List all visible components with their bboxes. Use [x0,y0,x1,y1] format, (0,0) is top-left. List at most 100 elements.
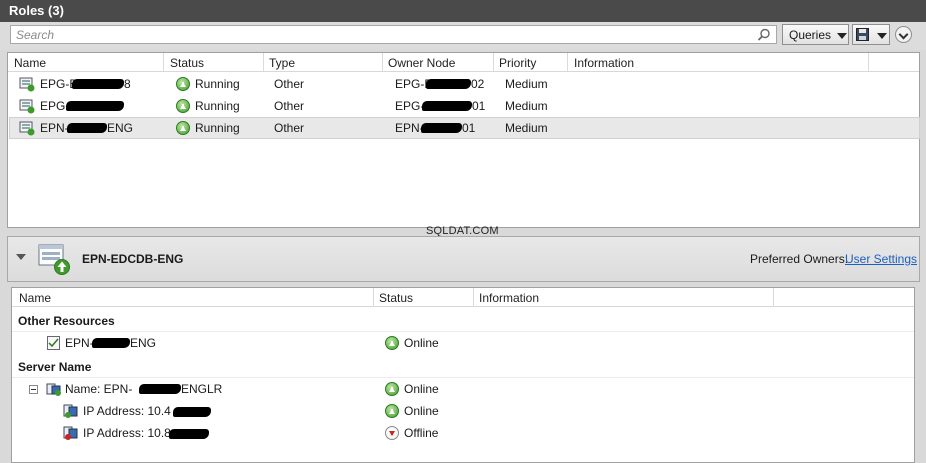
column-divider[interactable] [163,53,164,72]
role-name-suffix: ENG [107,121,134,135]
redaction-mark [72,79,124,89]
column-header-name[interactable]: Name [19,291,51,305]
redaction-mark [92,338,130,348]
column-divider[interactable] [493,53,494,72]
redaction-mark [169,429,209,439]
role-large-icon [38,244,70,275]
group-title-other-resources: Other Resources [18,314,115,328]
resource-name: IP Address: 10.4 [83,404,171,418]
running-status-icon [176,99,190,113]
user-settings-link[interactable]: User Settings [845,252,917,266]
roles-grid: Name Status Type Owner Node Priority Inf… [7,52,920,228]
resource-icon [47,336,60,350]
role-type: Other [274,77,305,91]
resources-grid-header: Name Status Information [12,288,914,307]
collapse-icon[interactable] [16,254,26,260]
resource-status: Online [404,382,439,396]
ip-address-icon [63,426,78,440]
redaction-mark [67,123,107,133]
role-type: Other [274,99,305,113]
redaction-mark [66,101,124,111]
resource-name: Name: EPN- [65,382,133,396]
role-owner-node-suffix: 02 [471,77,485,91]
roles-grid-header: Name Status Type Owner Node Priority Inf… [8,53,919,72]
group-title-server-name: Server Name [18,360,92,374]
resource-status: Online [404,336,439,350]
table-row[interactable]: EPG- Running Other EPG- 01 Medium [9,95,920,117]
role-status: Running [195,99,240,113]
online-status-icon [385,336,399,350]
chevron-down-icon [837,33,847,39]
resource-status: Offline [404,426,439,440]
column-divider[interactable] [868,53,869,72]
collapse-toggle-button[interactable] [895,26,912,43]
role-title: EPN-EDCDB-ENG [82,252,184,266]
role-owner-node-suffix: 01 [472,99,486,113]
preferred-owners-label: Preferred Owners: [750,252,849,266]
network-name-icon [46,383,61,396]
search-placeholder: Search [16,28,55,42]
window-title: Roles (3) [0,0,926,22]
role-priority: Medium [505,121,548,135]
resource-name-suffix: ENG [130,336,157,350]
resource-status: Online [404,404,439,418]
redaction-mark [173,407,211,417]
column-divider[interactable] [373,288,374,307]
tree-collapse-toggle[interactable] [29,385,38,394]
resource-row[interactable]: IP Address: 10.8 Offline [13,422,915,444]
search-input[interactable]: Search [10,25,777,44]
role-priority: Medium [505,77,548,91]
column-header-owner-node[interactable]: Owner Node [388,56,455,70]
role-detail-header: EPN-EDCDB-ENG Preferred Owners: User Set… [7,236,920,282]
column-divider[interactable] [263,53,264,72]
column-divider[interactable] [773,288,774,307]
column-divider[interactable] [473,288,474,307]
ip-address-icon [63,404,78,418]
role-name: EPN- [40,121,69,135]
column-header-status[interactable]: Status [170,56,204,70]
resource-name: EPN- [65,336,94,350]
offline-status-icon [385,426,399,440]
online-status-icon [385,382,399,396]
resource-row[interactable]: EPN- ENG Online [13,332,915,354]
role-name-suffix: 8 [124,77,131,91]
role-icon [19,121,35,136]
column-divider[interactable] [382,53,383,72]
role-status: Running [195,77,240,91]
redaction-mark [139,384,181,394]
queries-label: Queries [789,28,832,42]
role-owner-node: EPN- [395,121,424,135]
resource-row[interactable]: Name: EPN- ENGLR Online [13,378,915,400]
resource-name: IP Address: 10.8 [83,426,171,440]
running-status-icon [176,77,190,91]
save-query-button[interactable] [852,24,890,45]
resources-grid: Name Status Information Other Resources … [11,287,915,463]
search-icon[interactable] [757,28,771,42]
column-header-information[interactable]: Information [479,291,539,305]
role-icon [19,99,35,114]
table-row[interactable]: EPN- ENG Running Other EPN- 01 Medium [9,117,920,139]
online-status-icon [385,404,399,418]
redaction-mark [422,101,472,111]
toolbar: Search Queries [0,22,926,50]
resource-name-suffix: ENGLR [181,382,223,396]
chevron-down-icon [877,33,887,39]
column-header-priority[interactable]: Priority [499,56,536,70]
running-status-icon [176,121,190,135]
role-priority: Medium [505,99,548,113]
redaction-mark [421,123,462,133]
resource-row[interactable]: IP Address: 10.4 Online [13,400,915,422]
column-header-type[interactable]: Type [269,56,295,70]
redaction-mark [426,79,471,89]
queries-button[interactable]: Queries [782,24,849,45]
column-divider[interactable] [567,53,568,72]
save-icon [856,28,869,41]
column-header-name[interactable]: Name [14,56,46,70]
role-name: EPG- [40,99,70,113]
role-status: Running [195,121,240,135]
role-type: Other [274,121,305,135]
role-owner-node: EPG- [395,99,425,113]
column-header-status[interactable]: Status [379,291,413,305]
column-header-information[interactable]: Information [574,56,634,70]
table-row[interactable]: EPG-B 8 Running Other EPG-E 02 Medium [9,73,920,95]
